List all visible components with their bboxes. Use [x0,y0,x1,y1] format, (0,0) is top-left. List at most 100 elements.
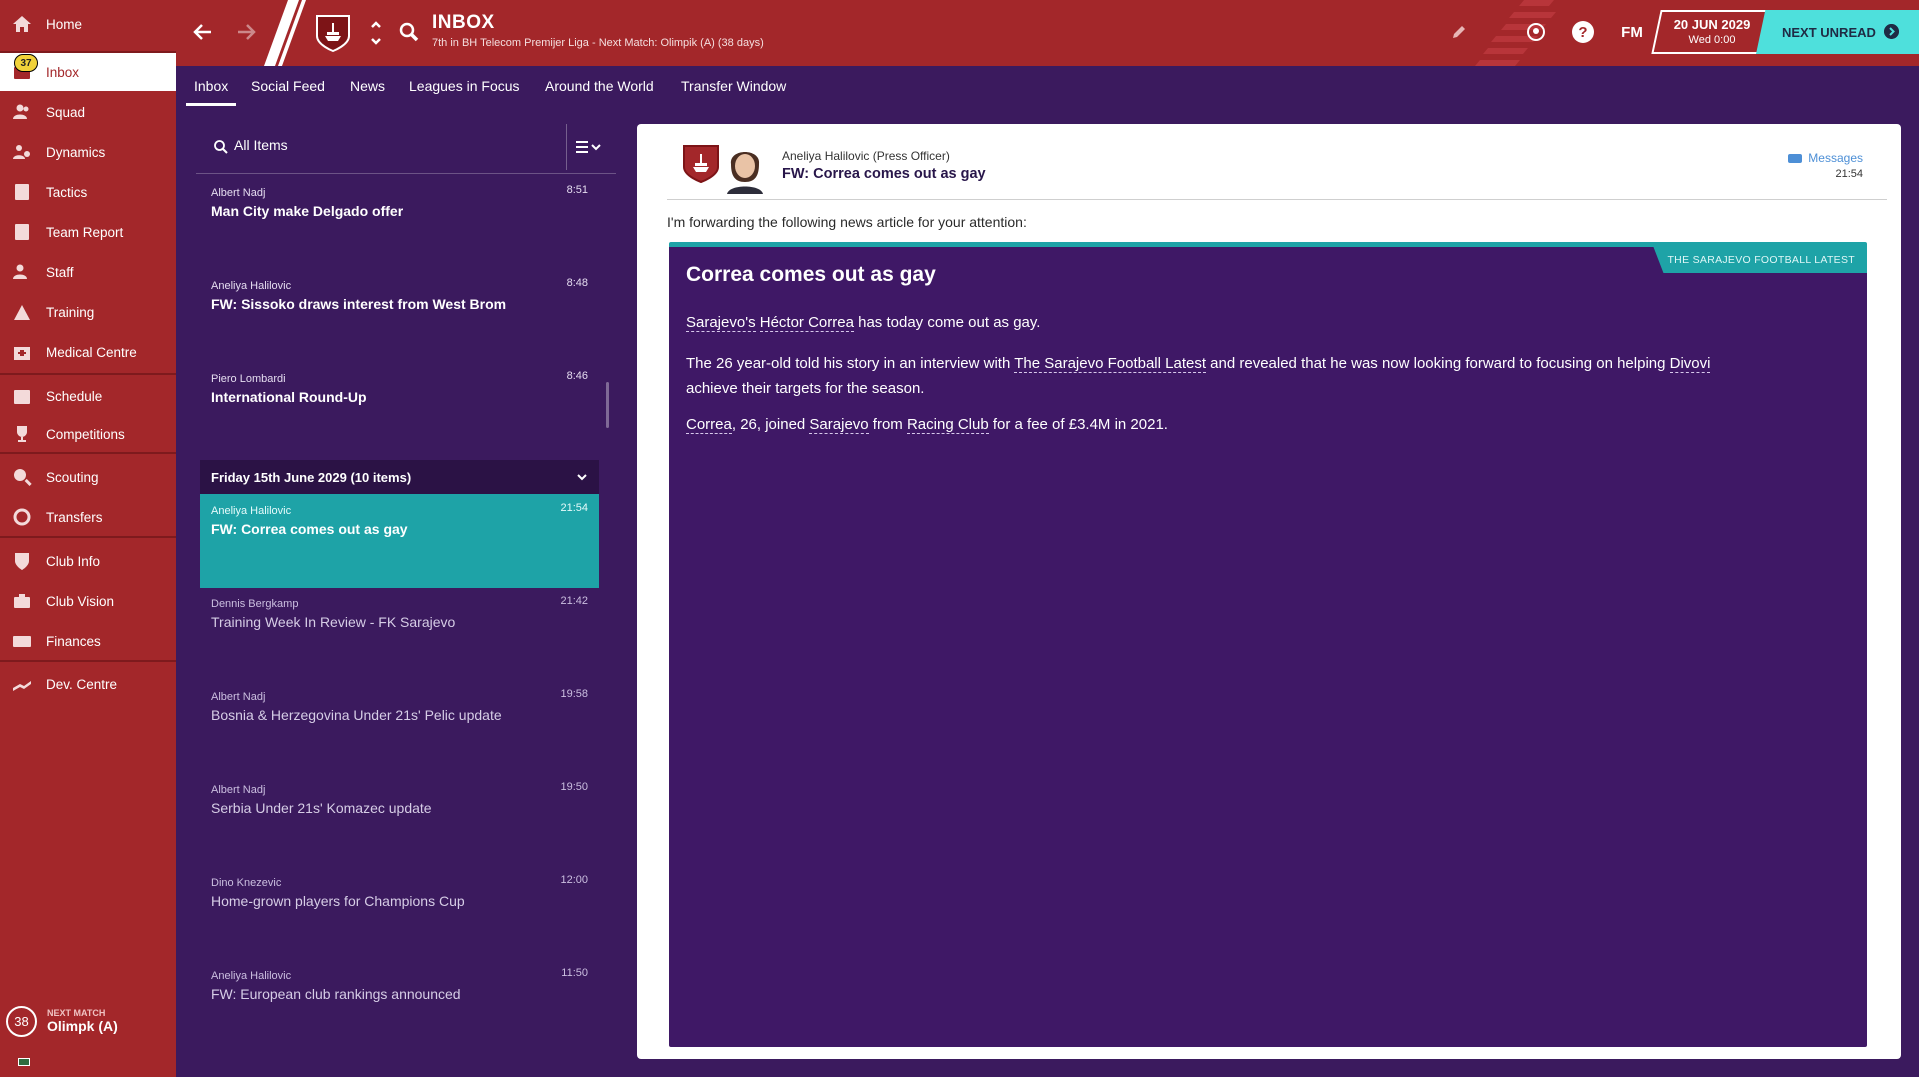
sidebar-item-scouting[interactable]: Scouting [0,457,176,497]
sidebar-item-tactics[interactable]: Tactics [0,172,176,212]
sidebar-item-medical-centre[interactable]: Medical Centre [0,332,176,372]
medical-icon [12,342,32,362]
club-info-icon [12,551,32,571]
list-item[interactable]: Albert Nadj 8:51 Man City make Delgado o… [200,176,599,270]
sidebar-item-squad[interactable]: Squad [0,92,176,132]
tab-transfer-window[interactable]: Transfer Window [681,66,786,106]
assistant-icon [1527,23,1545,41]
list-item[interactable]: Albert Nadj 19:50 Serbia Under 21s' Koma… [200,773,599,867]
sidebar-item-schedule[interactable]: Schedule [0,376,176,416]
message-time: 8:51 [566,184,588,196]
media-link[interactable]: The Sarajevo Football Latest [1014,355,1206,373]
article-paragraph: Sarajevo's Héctor Correa has today come … [686,310,1846,335]
training-icon [12,302,32,322]
sidebar: Home Inbox 37 Squad Dynamics Tactics Tea… [0,0,176,1077]
sidebar-item-dev-centre[interactable]: Dev. Centre [0,664,176,704]
sidebar-item-label: Dev. Centre [46,676,118,692]
list-scrollbar[interactable] [606,382,609,428]
sidebar-item-club-vision[interactable]: Club Vision [0,581,176,621]
sidebar-item-transfers[interactable]: Transfers [0,497,176,537]
edit-button[interactable] [1446,19,1472,45]
message-time: 21:42 [560,595,588,607]
message-subject: Training Week In Review - FK Sarajevo [211,614,456,630]
tab-social-feed[interactable]: Social Feed [251,66,325,106]
next-unread-label[interactable]: NEXT UNREAD [1782,25,1876,40]
article-headline: Correa comes out as gay [686,263,936,286]
list-item[interactable]: Dennis Bergkamp 21:42 Training Week In R… [200,587,599,681]
club-link[interactable]: Divovi [1669,355,1711,373]
sidebar-item-label: Scouting [46,469,99,485]
player-link[interactable]: Correa [686,416,732,434]
message-time: 12:00 [560,874,588,886]
message-subject: International Round-Up [211,389,367,405]
sidebar-item-dynamics[interactable]: Dynamics [0,132,176,172]
list-item-selected[interactable]: Aneliya Halilovic 21:54 FW: Correa comes… [200,494,599,588]
message-sender: Aneliya Halilovic [211,280,292,292]
search-icon [214,140,228,154]
dev-centre-icon [12,674,32,694]
sender-avatar[interactable] [725,142,765,194]
current-date: 20 JUN 2029 [1673,17,1751,32]
back-button[interactable] [188,17,218,47]
club-link[interactable]: Racing Club [906,416,989,434]
help-button[interactable]: ? [1570,19,1596,45]
sidebar-item-label: Dynamics [46,144,106,160]
list-item[interactable]: Dino Knezevic 12:00 Home-grown players f… [200,866,599,960]
text: has today come out as gay. [853,314,1041,331]
message-time: 11:50 [561,967,588,979]
help-icon: ? [1572,21,1594,43]
sidebar-item-label: Finances [46,633,101,649]
sidebar-item-label: Staff [46,264,74,280]
sidebar-item-label: Tactics [46,184,88,200]
staff-icon [12,262,32,282]
sidebar-item-club-info[interactable]: Club Info [0,541,176,581]
text: achieve their targets for the season. [686,380,925,397]
sidebar-item-staff[interactable]: Staff [0,252,176,292]
flag-icon [18,1058,30,1066]
club-link[interactable]: Sarajevo [809,416,869,434]
header: INBOX 7th in BH Telecom Premijer Liga - … [176,0,1919,66]
home-icon [12,14,32,34]
filter-row[interactable]: All Items [196,124,616,174]
news-article: THE SARAJEVO FOOTBALL LATEST Correa come… [669,242,1867,1047]
message-subject: FW: Sissoko draws interest from West Bro… [211,296,507,312]
sidebar-item-home[interactable]: Home [0,4,176,44]
list-item[interactable]: Piero Lombardi 8:46 International Round-… [200,362,599,456]
assistant-button[interactable] [1523,19,1549,45]
divider [0,536,176,538]
next-match-widget[interactable]: 38 NEXT MATCH Olimpk (A) [0,996,176,1046]
list-item[interactable]: Aneliya Halilovic 8:48 FW: Sissoko draws… [200,269,599,363]
list-options-icon[interactable] [574,137,604,157]
text: and revealed that he was now looking for… [1206,355,1670,372]
list-item[interactable]: Aneliya Halilovic 11:50 FW: European clu… [200,959,599,1053]
club-link[interactable]: Sarajevo's [686,314,756,332]
messages-link-label: Messages [1808,151,1863,165]
tab-around-the-world[interactable]: Around the World [545,66,654,106]
page-title: INBOX [432,12,495,33]
search-button[interactable] [394,17,424,47]
forward-button[interactable] [231,17,261,47]
tab-leagues-in-focus[interactable]: Leagues in Focus [409,66,520,106]
club-crest-icon [683,145,719,184]
search-icon [399,22,419,42]
messages-link[interactable]: Messages [1788,151,1863,165]
trophy-icon [12,424,32,444]
list-item[interactable]: Albert Nadj 19:58 Bosnia & Herzegovina U… [200,680,599,774]
tab-news[interactable]: News [350,66,385,106]
article-paragraph: Correa, 26, joined Sarajevo from Racing … [686,412,1846,437]
player-link[interactable]: Héctor Correa [759,314,854,332]
fm-menu-button[interactable]: FM [1616,19,1648,45]
divider [0,452,176,454]
sidebar-item-training[interactable]: Training [0,292,176,332]
tab-inbox[interactable]: Inbox [186,66,237,106]
club-crest-icon[interactable] [315,14,351,52]
sidebar-item-finances[interactable]: Finances [0,621,176,661]
sidebar-item-team-report[interactable]: Team Report [0,212,176,252]
message-from[interactable]: Aneliya Halilovic (Press Officer) [782,149,950,163]
date-group-header[interactable]: Friday 15th June 2029 (10 items) [200,460,599,494]
message-subject-heading: FW: Correa comes out as gay [782,166,986,182]
prev-next-arrows[interactable] [369,18,383,48]
filter-label[interactable]: All Items [234,137,288,153]
sidebar-item-competitions[interactable]: Competitions [0,414,176,454]
dynamics-icon [12,142,32,162]
